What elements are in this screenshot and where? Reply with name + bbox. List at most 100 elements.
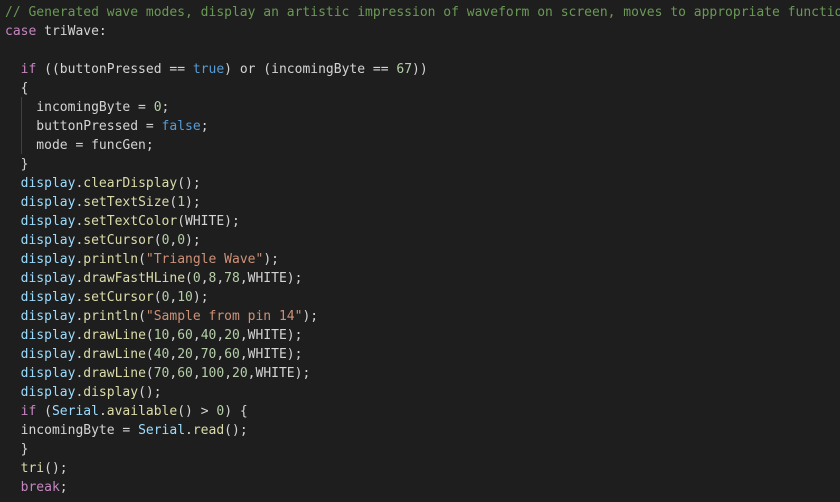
code-token: 10 <box>177 290 193 305</box>
code-token: ) { <box>224 404 248 419</box>
code-token: 1 <box>177 195 186 210</box>
code-token: ; <box>161 100 170 115</box>
code-token: . <box>185 423 193 438</box>
code-token: setTextColor <box>83 214 178 229</box>
code-line[interactable]: incomingByte = 0; <box>5 98 169 117</box>
code-token: ( <box>138 252 146 267</box>
code-token: 70 <box>200 347 217 362</box>
code-token: ); <box>185 233 201 248</box>
code-token: incomingByte = <box>5 423 139 438</box>
code-line[interactable]: display.setTextSize(1); <box>5 193 201 212</box>
code-line[interactable]: if (Serial.available() > 0) { <box>5 402 248 421</box>
code-token: 40 <box>153 347 170 362</box>
code-line[interactable]: display.setCursor(0,10); <box>5 288 209 307</box>
code-token: , <box>192 328 201 343</box>
code-token: break <box>20 480 60 495</box>
code-line[interactable]: display.setCursor(0,0); <box>5 231 201 250</box>
code-token: display <box>20 366 76 381</box>
code-line[interactable]: display.drawLine(10,60,40,20,WHITE); <box>5 326 303 345</box>
code-token: display <box>20 214 76 229</box>
code-token: case <box>5 24 45 39</box>
code-token: 20 <box>232 366 248 381</box>
code-token: incomingByte = <box>5 100 154 115</box>
code-token: drawFastHLine <box>83 271 186 286</box>
code-line[interactable]: mode = funcGen; <box>5 136 154 155</box>
code-token: ( <box>153 233 162 248</box>
code-line[interactable]: buttonPressed = false; <box>5 117 209 136</box>
code-line[interactable]: // Generated wave modes, display an arti… <box>5 3 840 22</box>
code-token: or <box>239 62 256 77</box>
code-token: display <box>20 290 76 305</box>
code-token: buttonPressed = <box>5 119 162 134</box>
code-editor[interactable]: // Generated wave modes, display an arti… <box>0 0 840 502</box>
code-token: ; <box>59 480 68 495</box>
code-token: ( <box>138 309 146 324</box>
code-token: ,WHITE); <box>239 347 303 362</box>
code-line[interactable]: break; <box>5 478 68 497</box>
code-token: display <box>83 385 139 400</box>
code-line[interactable]: display.println("Sample from pin 14"); <box>5 307 318 326</box>
code-token: display <box>20 271 76 286</box>
code-token: ) <box>224 62 240 77</box>
code-token: println <box>83 252 139 267</box>
code-line[interactable]: display.display(); <box>5 383 162 402</box>
code-token: Serial <box>51 404 99 419</box>
code-token: 20 <box>177 347 193 362</box>
code-token: if <box>20 62 37 77</box>
code-token: } <box>5 157 29 172</box>
code-token: display <box>20 176 76 191</box>
code-token: (incomingByte == <box>255 62 397 77</box>
code-line[interactable]: display.drawFastHLine(0,8,78,WHITE); <box>5 269 303 288</box>
code-token: 40 <box>200 328 217 343</box>
code-line[interactable]: display.drawLine(40,20,70,60,WHITE); <box>5 345 303 364</box>
code-line[interactable]: tri(); <box>5 459 68 478</box>
code-token: display <box>20 252 76 267</box>
code-token: mode = funcGen; <box>5 138 154 153</box>
code-token: , <box>224 366 233 381</box>
code-token: ,WHITE); <box>239 328 303 343</box>
code-token: display <box>20 328 76 343</box>
code-line[interactable]: if ((buttonPressed == true) or (incoming… <box>5 60 428 79</box>
code-line[interactable]: case triWave: <box>5 22 107 41</box>
code-token: false <box>161 119 201 134</box>
code-token: , <box>216 271 225 286</box>
code-token: display <box>20 347 76 362</box>
code-line[interactable]: display.setTextColor(WHITE); <box>5 212 240 231</box>
code-token: () > <box>177 404 217 419</box>
code-token: tri <box>20 461 45 476</box>
code-token: 0 <box>177 233 186 248</box>
code-token: 60 <box>177 328 193 343</box>
code-token: "Sample from pin 14" <box>145 309 303 324</box>
code-token: ,WHITE); <box>247 366 311 381</box>
code-line[interactable]: } <box>5 155 29 174</box>
code-line[interactable]: display.clearDisplay(); <box>5 174 201 193</box>
code-token: )) <box>412 62 428 77</box>
code-token: { <box>5 81 29 96</box>
code-line[interactable]: } <box>5 440 29 459</box>
code-line[interactable]: incomingByte = Serial.read(); <box>5 421 248 440</box>
code-token: 60 <box>177 366 193 381</box>
code-line[interactable]: display.println("Triangle Wave"); <box>5 250 279 269</box>
code-token: drawLine <box>83 347 146 362</box>
code-token: (); <box>44 461 68 476</box>
code-token: ,WHITE); <box>239 271 303 286</box>
code-token: ( <box>36 404 52 419</box>
code-token: 10 <box>153 328 170 343</box>
code-token: . <box>98 404 107 419</box>
code-line[interactable]: display.drawLine(70,60,100,20,WHITE); <box>5 364 311 383</box>
code-token: setTextSize <box>83 195 170 210</box>
code-token: ); <box>302 309 319 324</box>
code-token: 67 <box>396 62 413 77</box>
code-token: ; <box>200 119 209 134</box>
code-token: ); <box>263 252 279 267</box>
code-line[interactable]: { <box>5 79 29 98</box>
code-token: ); <box>185 195 201 210</box>
